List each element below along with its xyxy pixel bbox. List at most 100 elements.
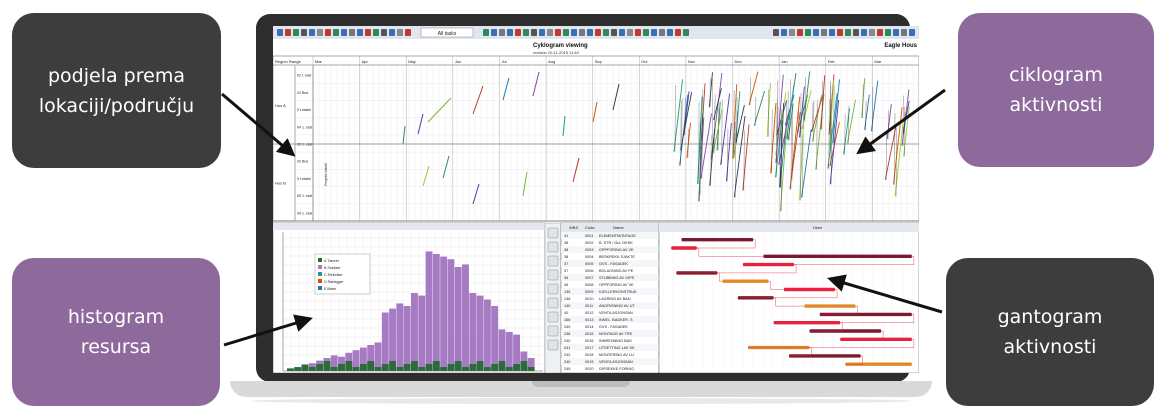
- tool-strip-icon[interactable]: [547, 311, 559, 323]
- task-name: GVS - FASADEK: [599, 325, 628, 329]
- toolbar-tool-icon[interactable]: [357, 29, 363, 36]
- tool-strip-icon[interactable]: [547, 297, 559, 309]
- histogram-bar-base: [505, 367, 513, 371]
- toolbar-tool-icon[interactable]: [781, 29, 787, 36]
- task-code: 0016: [585, 339, 593, 343]
- toolbar-tool-icon[interactable]: [619, 29, 625, 36]
- task-code: 0007: [585, 276, 593, 280]
- toolbar-tool-icon[interactable]: [515, 29, 521, 36]
- task-code: 0012: [585, 311, 593, 315]
- toolbar-tool-icon[interactable]: [317, 29, 323, 36]
- zone-label: Hus B: [275, 181, 286, 186]
- toolbar-tool-icon[interactable]: [893, 29, 899, 36]
- toolbar-tool-icon[interactable]: [861, 29, 867, 36]
- toolbar-tool-icon[interactable]: [869, 29, 875, 36]
- toolbar-tool-icon[interactable]: [829, 29, 835, 36]
- toolbar-tool-icon[interactable]: [301, 29, 307, 36]
- toolbar-tool-icon[interactable]: [341, 29, 347, 36]
- toolbar-tool-icon[interactable]: [773, 29, 779, 36]
- toolbar-tool-icon[interactable]: [563, 29, 569, 36]
- toolbar-tool-icon[interactable]: [285, 29, 291, 36]
- tool-strip-icon[interactable]: [547, 241, 559, 253]
- floor-label: 04 1. etat: [297, 125, 312, 129]
- histogram-bar: [411, 293, 418, 371]
- toolbar-tool-icon[interactable]: [507, 29, 513, 36]
- toolbar-tool-icon[interactable]: [885, 29, 891, 36]
- toolbar-tool-icon[interactable]: [277, 29, 283, 36]
- toolbar-tool-icon[interactable]: [547, 29, 553, 36]
- histogram-bar: [425, 251, 433, 371]
- task-code: 0009: [585, 290, 593, 294]
- tool-strip-icon[interactable]: [547, 339, 559, 351]
- tool-strip-icon[interactable]: [547, 255, 559, 267]
- zone-label: Hus A: [275, 103, 286, 108]
- toolbar-tool-icon[interactable]: [531, 29, 537, 36]
- toolbar-tool-icon[interactable]: [643, 29, 649, 36]
- toolbar-tool-icon[interactable]: [683, 29, 689, 36]
- toolbar-tool-icon[interactable]: [651, 29, 657, 36]
- gantt-bar: [783, 287, 836, 292]
- toolbar-tool-icon[interactable]: [523, 29, 529, 36]
- histogram-bar-base: [462, 367, 469, 371]
- floor-label: 04 1. etat: [297, 211, 312, 215]
- toolbar-tool-icon[interactable]: [555, 29, 561, 36]
- toolbar-tool-icon[interactable]: [837, 29, 843, 36]
- toolbar-tool-icon[interactable]: [813, 29, 819, 36]
- toolbar-tool-icon[interactable]: [349, 29, 355, 36]
- toolbar-tool-icon[interactable]: [499, 29, 505, 36]
- toolbar-tool-icon[interactable]: [587, 29, 593, 36]
- toolbar-tool-icon[interactable]: [627, 29, 633, 36]
- month-label: Nov: [688, 59, 695, 64]
- toolbar-tool-icon[interactable]: [483, 29, 489, 36]
- gantt-bar: [681, 238, 754, 242]
- toolbar-tool-icon[interactable]: [491, 29, 497, 36]
- toolbar-tool-icon[interactable]: [595, 29, 601, 36]
- toolbar-tool-icon[interactable]: [805, 29, 811, 36]
- toolbar-tool-icon[interactable]: [293, 29, 299, 36]
- toolbar-tool-icon[interactable]: [909, 29, 915, 36]
- toolbar-tool-icon[interactable]: [309, 29, 315, 36]
- toolbar-tool-icon[interactable]: [397, 29, 403, 36]
- task-wbs: 37: [564, 269, 568, 273]
- toolbar-tool-icon[interactable]: [325, 29, 331, 36]
- toolbar-tool-icon[interactable]: [845, 29, 851, 36]
- task-table-header-name: Name: [613, 225, 624, 230]
- tool-strip-icon[interactable]: [547, 227, 559, 239]
- toolbar-tool-icon[interactable]: [901, 29, 907, 36]
- toolbar-tool-icon[interactable]: [667, 29, 673, 36]
- histogram-bar-base: [411, 361, 418, 371]
- gantt-bar: [763, 254, 912, 258]
- toolbar-tool-icon[interactable]: [797, 29, 803, 36]
- toolbar-tool-icon[interactable]: [405, 29, 411, 36]
- toolbar-tool-icon[interactable]: [381, 29, 387, 36]
- tool-strip-icon[interactable]: [547, 269, 559, 281]
- histogram-bar: [476, 295, 484, 371]
- histogram-bar: [454, 267, 462, 371]
- toolbar-tool-icon[interactable]: [571, 29, 577, 36]
- month-label: Feb: [828, 59, 836, 64]
- gantt-bar: [722, 279, 769, 283]
- toolbar-tool-icon[interactable]: [853, 29, 859, 36]
- toolbar-tool-icon[interactable]: [675, 29, 681, 36]
- toolbar-tool-icon[interactable]: [373, 29, 379, 36]
- task-code: 0010: [585, 297, 593, 301]
- toolbar-tool-icon[interactable]: [579, 29, 585, 36]
- toolbar-tool-icon[interactable]: [365, 29, 371, 36]
- toolbar-tool-icon[interactable]: [635, 29, 641, 36]
- toolbar-tool-icon[interactable]: [389, 29, 395, 36]
- toolbar-tool-icon[interactable]: [877, 29, 883, 36]
- histogram-bar-base: [418, 367, 426, 371]
- tool-strip-icon[interactable]: [547, 325, 559, 337]
- toolbar-tool-icon[interactable]: [611, 29, 617, 36]
- toolbar-tool-icon[interactable]: [603, 29, 609, 36]
- histogram-bar-base: [352, 367, 360, 371]
- tool-strip-icon[interactable]: [547, 283, 559, 295]
- toolbar-tool-icon[interactable]: [539, 29, 545, 36]
- toolbar-tool-icon[interactable]: [333, 29, 339, 36]
- toolbar-tool-icon[interactable]: [821, 29, 827, 36]
- toolbar-tool-icon[interactable]: [789, 29, 795, 36]
- toolbar-tool-icon[interactable]: [659, 29, 665, 36]
- task-name: MONTAGE AV TRE: [599, 332, 633, 336]
- legend-swatch: [318, 258, 322, 262]
- histogram-bar-base: [476, 361, 484, 371]
